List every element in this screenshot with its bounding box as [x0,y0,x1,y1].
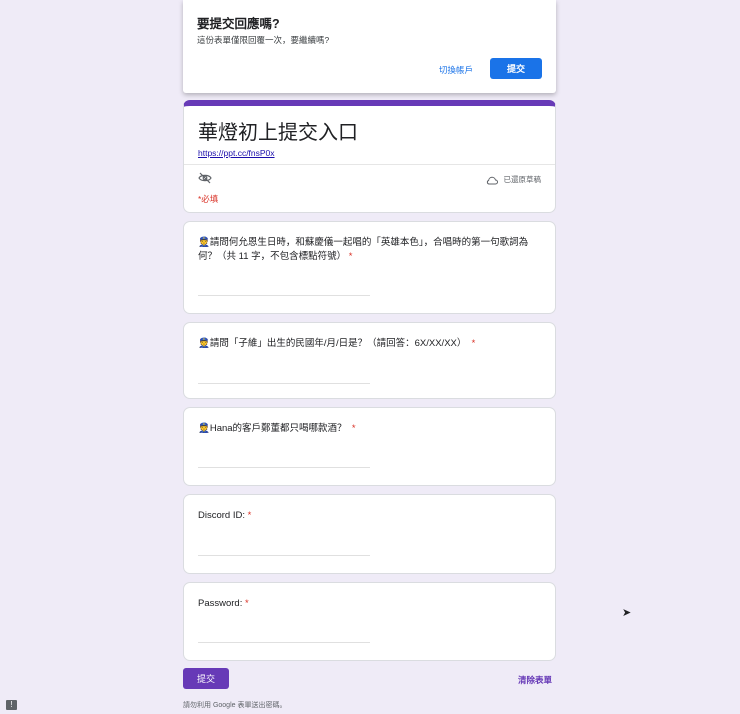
password-warning: 請勿利用 Google 表單送出密碼。 [183,702,287,709]
question-label: Discord ID: * [198,510,252,521]
question-card: Discord ID: * [183,494,556,574]
question-card: 👮請問「子維」出生的民國年/月/日是？（請回答：6X/XX/XX） * [183,322,556,399]
divider [184,164,555,165]
submit-button[interactable]: 提交 [183,668,229,689]
dialog-title: 要提交回應嗎? [197,17,280,31]
discord-id-input[interactable] [198,555,370,556]
switch-account-button[interactable]: 切換帳戶 [439,64,473,76]
draft-status-text: 已還原草稿 [503,175,542,184]
form-title: 華燈初上提交入口 [198,122,358,144]
password-input[interactable] [198,642,370,643]
submit-confirm-dialog: 要提交回應嗎? 這份表單僅限回覆一次，要繼續嗎? 切換帳戶 提交 [183,0,556,93]
draft-status: 已還原草稿 [486,174,542,185]
answer-input[interactable] [198,295,370,296]
eye-off-icon [198,172,212,187]
cloud-icon [486,176,498,185]
question-label: 👮請問何允恩生日時，和蘇慶儀一起唱的「英雄本色」，合唱時的第一句歌詞為何？（共 … [198,237,529,262]
answer-input[interactable] [198,383,370,384]
report-icon[interactable]: ! [6,700,17,710]
dialog-submit-button[interactable]: 提交 [490,58,542,79]
dialog-message: 這份表單僅限回覆一次，要繼續嗎? [197,35,330,45]
required-note: *必填 [198,194,219,204]
question-label: Password: * [198,598,249,609]
question-card: Password: * [183,582,556,661]
mouse-cursor-icon: ➤ [622,607,632,619]
question-card: 👮請問何允恩生日時，和蘇慶儀一起唱的「英雄本色」，合唱時的第一句歌詞為何？（共 … [183,221,556,314]
answer-input[interactable] [198,467,370,468]
form-link[interactable]: https://ppt.cc/fnsP0x [198,148,275,158]
form-header-card: 華燈初上提交入口 https://ppt.cc/fnsP0x 已還原草稿 *必填 [183,100,556,213]
clear-form-button[interactable]: 清除表單 [518,674,552,686]
question-label: 👮請問「子維」出生的民國年/月/日是？（請回答：6X/XX/XX） * [198,338,476,349]
question-label: 👮Hana的客戶鄭董都只喝哪款酒？ * [198,423,356,434]
question-card: 👮Hana的客戶鄭董都只喝哪款酒？ * [183,407,556,486]
